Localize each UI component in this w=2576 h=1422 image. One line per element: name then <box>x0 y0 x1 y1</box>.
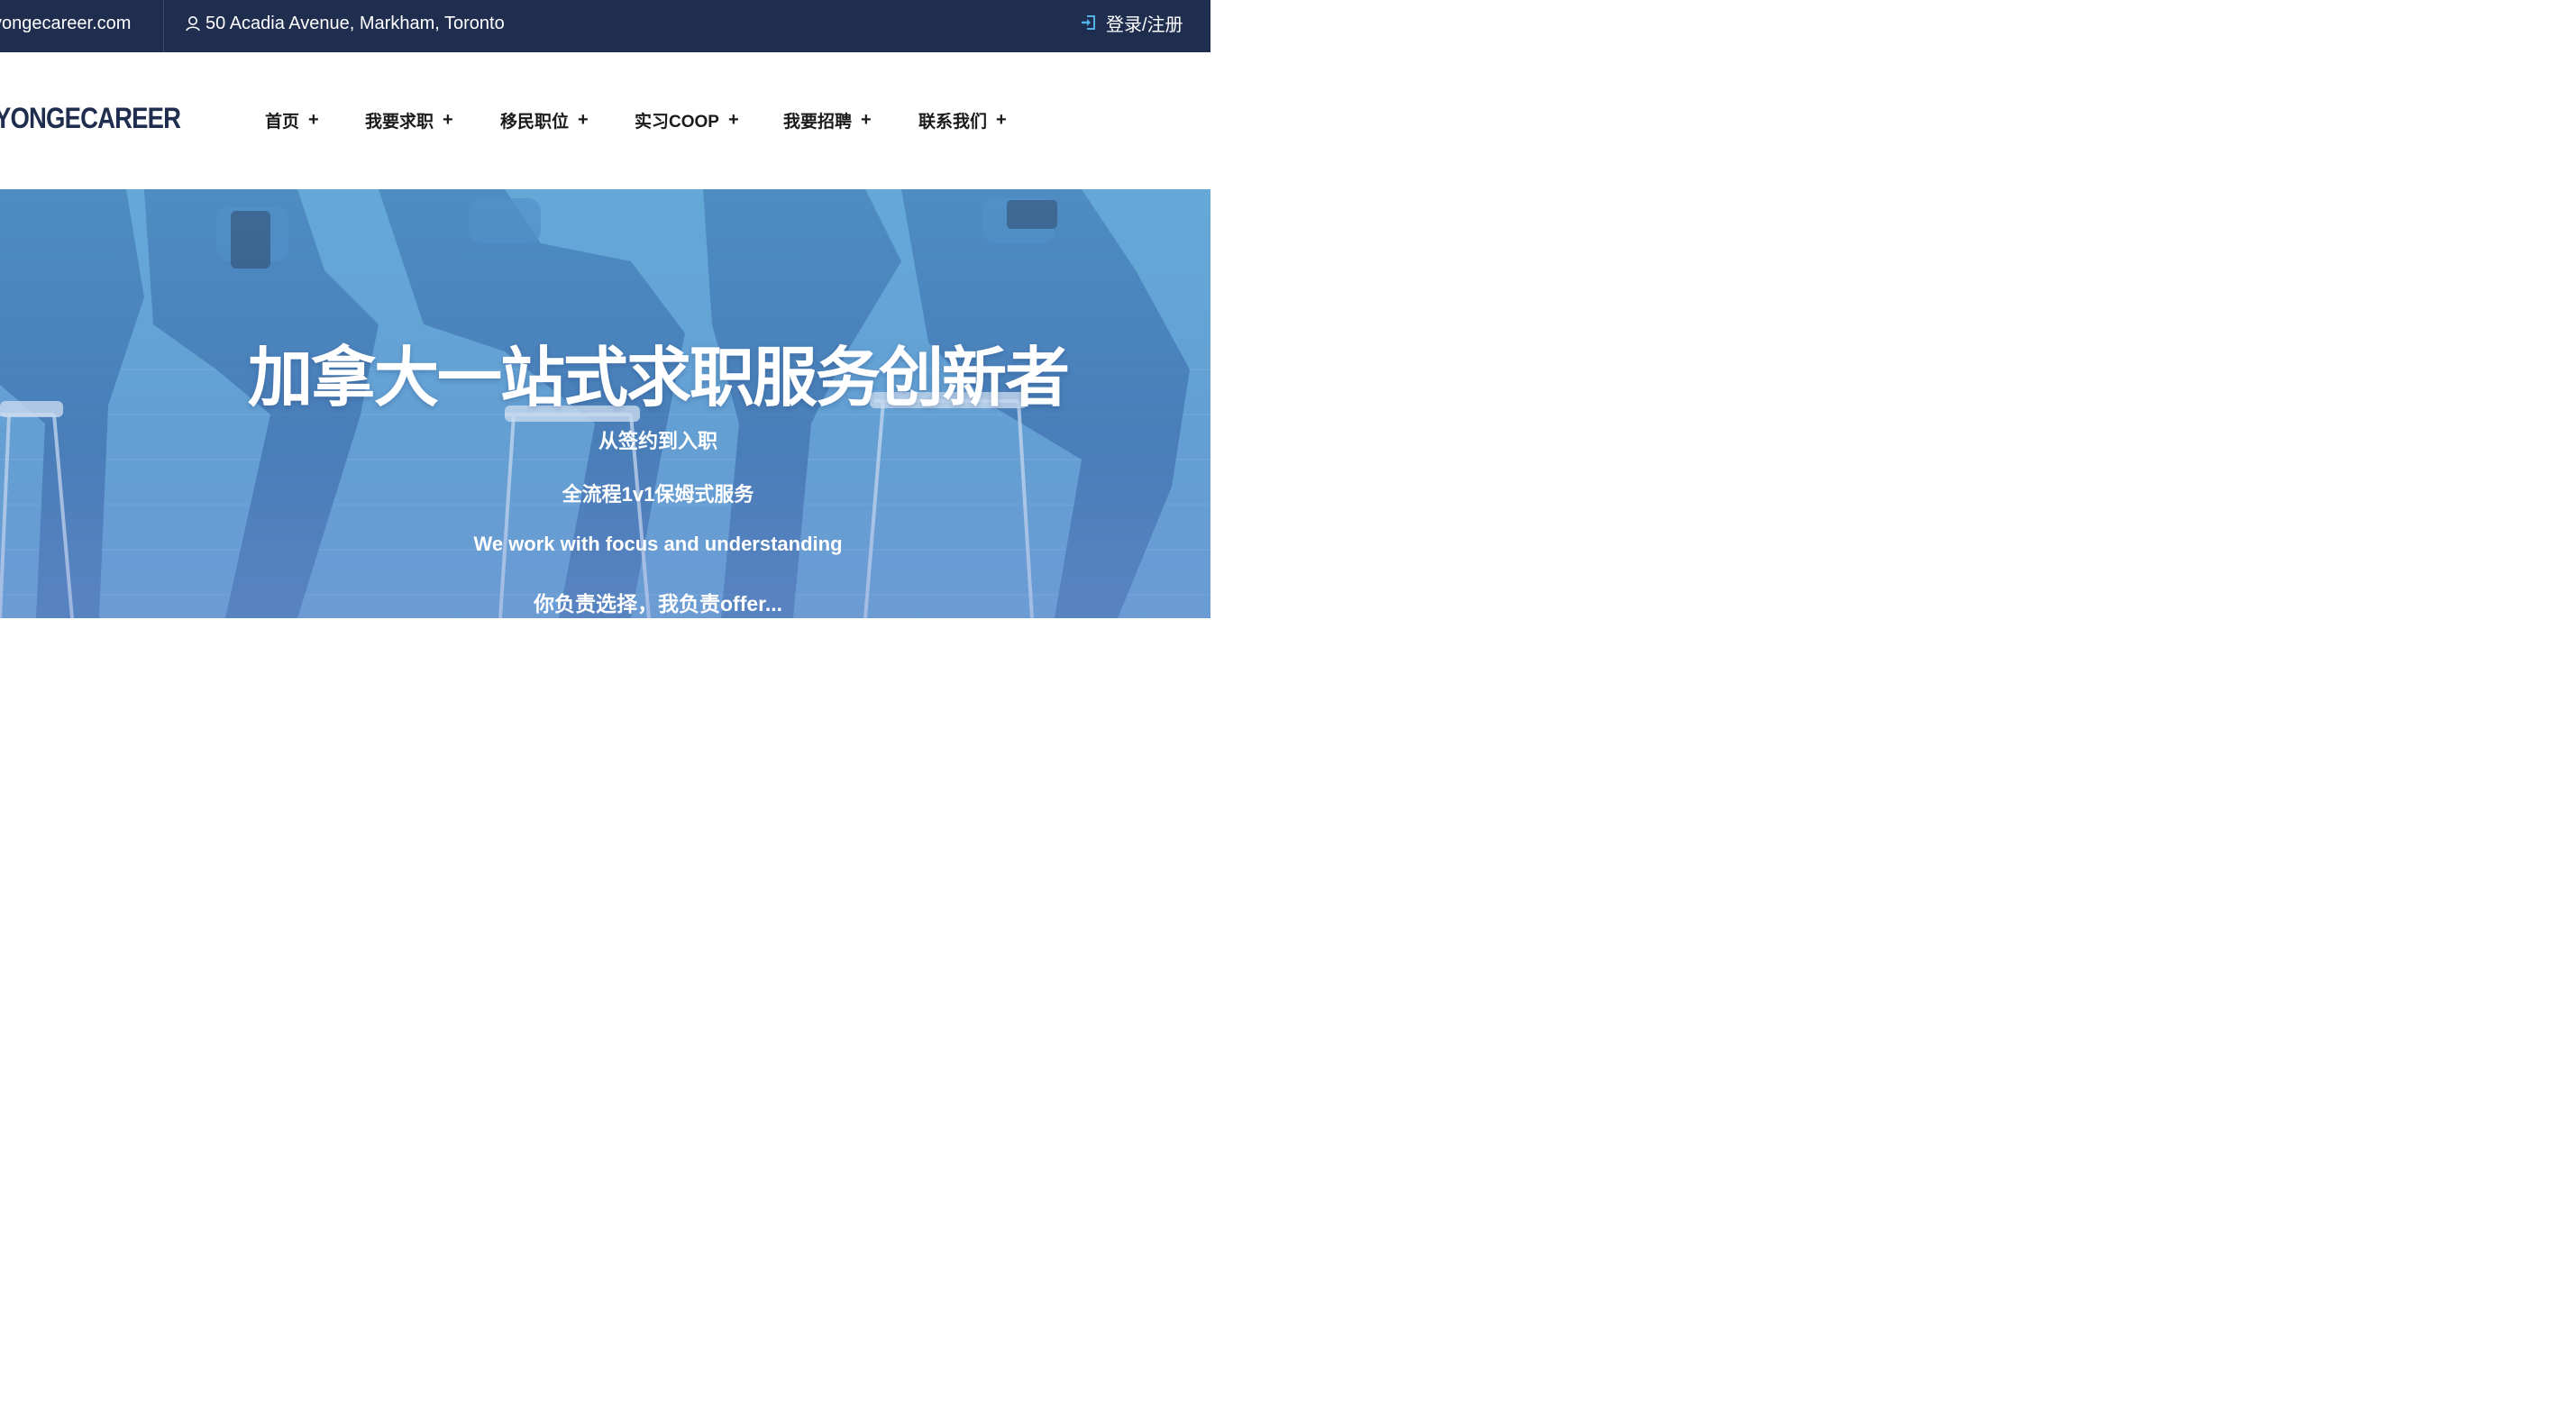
plus-icon: + <box>727 110 739 130</box>
hero-subtitle-1: 从签约到入职 <box>598 430 717 452</box>
nav-item-contact[interactable]: 联系我们 + <box>918 108 1007 132</box>
nav-item-label: 我要招聘 <box>783 113 853 132</box>
site-logo[interactable]: YONGECAREER <box>0 102 181 135</box>
contact-email[interactable]: yongecareer.com <box>0 0 131 52</box>
hero-subtitle-3: We work with focus and understanding <box>473 533 843 555</box>
hero-subtitle-4: 你负责选择，我负责offer... <box>533 592 782 615</box>
contact-address: 50 Acadia Avenue, Markham, Toronto <box>184 0 505 52</box>
nav-item-label: 联系我们 <box>918 113 988 132</box>
plus-icon: + <box>996 110 1007 130</box>
nav-item-label: 移民职位 <box>500 113 570 132</box>
location-pin-icon <box>186 16 200 32</box>
hero-subtitle-2: 全流程1v1保姆式服务 <box>562 483 754 506</box>
main-navigation: YONGECAREER 首页 + 我要求职 + 移民职位 + 实习COOP + … <box>0 52 1210 189</box>
plus-icon: + <box>308 110 319 130</box>
nav-item-immigration-jobs[interactable]: 移民职位 + <box>500 108 589 132</box>
page: yongecareer.com 50 Acadia Avenue, Markha… <box>0 0 2576 1422</box>
login-register-link[interactable]: 登录/注册 <box>1081 0 1183 52</box>
plus-icon: + <box>443 110 453 130</box>
hero-banner: 加拿大一站式求职服务创新者 从签约到入职 全流程1v1保姆式服务 We work… <box>0 189 1210 618</box>
hero-title: 加拿大一站式求职服务创新者 <box>247 342 1070 415</box>
nav-item-home[interactable]: 首页 + <box>265 108 319 132</box>
login-register-label: 登录/注册 <box>1106 14 1183 35</box>
top-bar-divider <box>163 0 164 52</box>
nav-item-job-seeking[interactable]: 我要求职 + <box>365 108 453 132</box>
nav-item-label: 首页 <box>265 113 300 132</box>
nav-item-coop[interactable]: 实习COOP + <box>635 108 739 132</box>
plus-icon: + <box>861 110 872 130</box>
nav-item-label: 我要求职 <box>365 113 434 132</box>
nav-item-recruiting[interactable]: 我要招聘 + <box>783 108 872 132</box>
top-bar: yongecareer.com 50 Acadia Avenue, Markha… <box>0 0 1210 52</box>
sign-in-icon <box>1082 15 1095 30</box>
plus-icon: + <box>578 110 589 130</box>
nav-item-label: 实习COOP <box>635 113 719 132</box>
website-viewport: yongecareer.com 50 Acadia Avenue, Markha… <box>0 0 1210 618</box>
address-text: 50 Acadia Avenue, Markham, Toronto <box>206 13 505 33</box>
